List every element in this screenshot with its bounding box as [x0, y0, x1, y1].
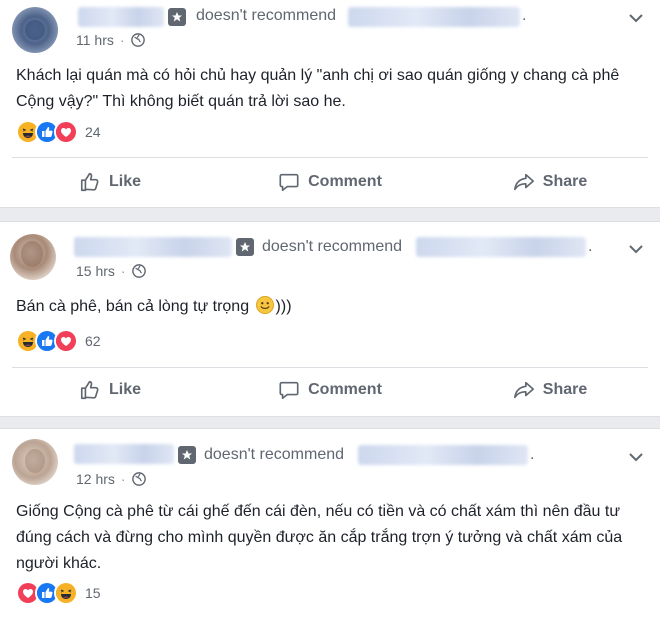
reaction-summary[interactable]: 15 — [16, 581, 101, 605]
share-arrow-icon — [513, 171, 535, 193]
thumbs-up-icon — [79, 379, 101, 401]
avatar[interactable] — [12, 7, 58, 53]
like-button[interactable]: Like — [0, 162, 220, 202]
haha-reaction-icon — [54, 581, 78, 605]
reaction-summary[interactable]: 62 — [16, 329, 101, 353]
recommendation-status: doesn't recommend — [204, 446, 345, 463]
chevron-down-icon[interactable] — [626, 11, 646, 25]
comment-icon — [278, 171, 300, 193]
share-button[interactable]: Share — [440, 162, 660, 202]
comment-label: Comment — [308, 173, 382, 190]
reviewer-name-redacted[interactable] — [74, 444, 174, 464]
post-time[interactable]: 15 hrs — [76, 263, 115, 279]
comment-label: Comment — [308, 381, 382, 398]
like-button[interactable]: Like — [0, 370, 220, 410]
share-button[interactable]: Share — [440, 370, 660, 410]
post-meta: 15 hrs · — [76, 263, 146, 279]
love-reaction-icon — [54, 120, 78, 144]
action-bar: Like Comment Share — [0, 370, 660, 410]
post-body: Bán cà phê, bán cả lòng tự trọng ))) — [16, 294, 640, 323]
page-name-redacted[interactable] — [416, 237, 586, 257]
page-name-redacted[interactable] — [358, 445, 528, 465]
reaction-count[interactable]: 15 — [85, 585, 101, 601]
rating-star-icon — [178, 446, 196, 464]
separator-dot: · — [120, 263, 126, 279]
chevron-down-icon[interactable] — [626, 450, 646, 464]
chevron-down-icon[interactable] — [626, 242, 646, 256]
post-body: Giống Cộng cà phê từ cái ghế đến cái đèn… — [16, 503, 623, 572]
like-label: Like — [108, 173, 141, 190]
reaction-count[interactable]: 24 — [85, 124, 101, 140]
review-post: doesn't recommend . 12 hrs · Giống Cộng … — [0, 428, 660, 618]
recommendation-status: doesn't recommend — [196, 7, 337, 24]
post-time[interactable]: 11 hrs — [76, 32, 114, 48]
period: . — [588, 238, 593, 255]
review-post: doesn't recommend . 11 hrs · Khách lại q… — [0, 0, 660, 208]
action-bar: Like Comment Share — [0, 162, 660, 202]
share-arrow-icon — [513, 379, 535, 401]
comment-icon — [278, 379, 300, 401]
thumbs-up-icon — [79, 171, 101, 193]
rating-star-icon — [236, 238, 254, 256]
reaction-count[interactable]: 62 — [85, 333, 101, 349]
separator-dot: · — [119, 32, 125, 48]
share-label: Share — [542, 173, 588, 190]
avatar[interactable] — [12, 439, 58, 485]
post-body-suffix: ))) — [275, 298, 292, 315]
post-meta: 11 hrs · — [76, 32, 145, 48]
post-body: Khách lại quán mà có hỏi chủ hay quản lý… — [16, 67, 620, 110]
post-body-text: Bán cà phê, bán cả lòng tự trọng — [16, 298, 250, 315]
period: . — [530, 446, 535, 463]
smiley-emoji-icon — [255, 296, 274, 323]
globe-icon — [131, 472, 146, 486]
period: . — [522, 7, 527, 24]
share-label: Share — [542, 381, 588, 398]
love-reaction-icon — [54, 329, 78, 353]
comment-button[interactable]: Comment — [220, 370, 440, 410]
rating-star-icon — [168, 8, 186, 26]
post-time[interactable]: 12 hrs — [76, 471, 115, 487]
reviewer-name-redacted[interactable] — [74, 237, 232, 257]
page-name-redacted[interactable] — [348, 7, 520, 27]
divider — [12, 367, 648, 368]
avatar[interactable] — [10, 234, 56, 280]
divider — [12, 157, 648, 158]
reaction-summary[interactable]: 24 — [16, 120, 101, 144]
post-meta: 12 hrs · — [76, 471, 146, 487]
like-label: Like — [108, 381, 141, 398]
review-post: doesn't recommend . 15 hrs · Bán cà phê,… — [0, 221, 660, 417]
recommendation-status: doesn't recommend — [262, 238, 403, 255]
reviewer-name-redacted[interactable] — [78, 7, 164, 27]
globe-icon — [130, 33, 145, 47]
separator-dot: · — [120, 471, 126, 487]
globe-icon — [131, 264, 146, 278]
comment-button[interactable]: Comment — [220, 162, 440, 202]
